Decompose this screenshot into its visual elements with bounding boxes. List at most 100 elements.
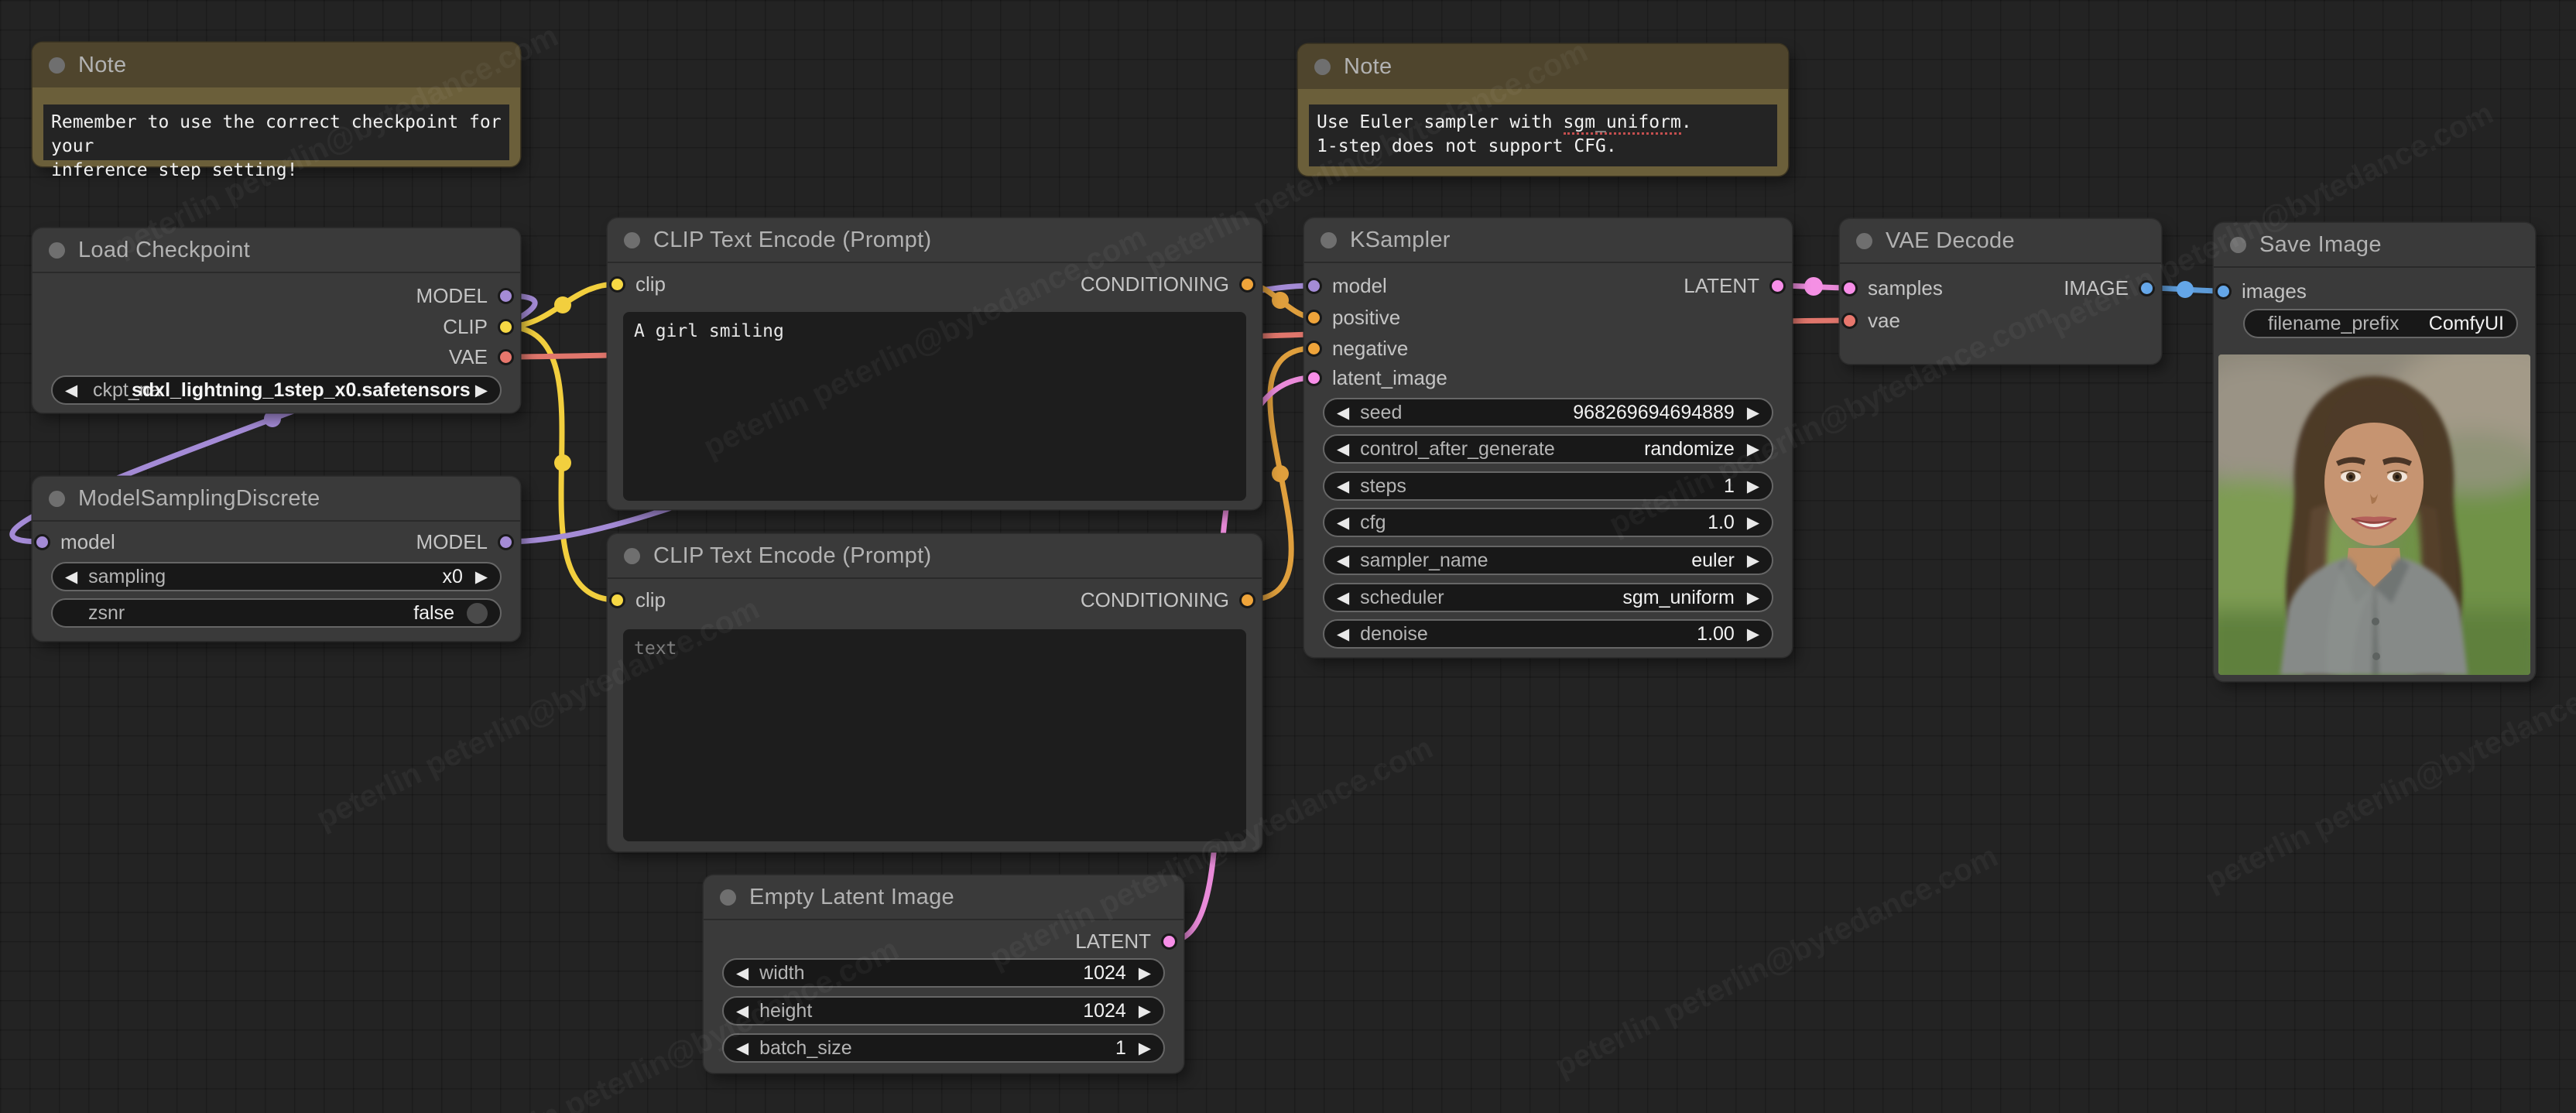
vae-port-dot[interactable] — [498, 349, 514, 365]
toggle-knob-icon[interactable] — [467, 602, 488, 624]
node-header[interactable]: CLIP Text Encode (Prompt) — [608, 218, 1262, 263]
next-arrow-icon[interactable]: ▶ — [1747, 405, 1759, 421]
output-port-latent[interactable]: LATENT — [1075, 930, 1177, 953]
collapse-dot-icon[interactable] — [720, 889, 736, 906]
note-text[interactable]: Remember to use the correct checkpoint f… — [43, 104, 509, 180]
ckpt-name-widget[interactable]: ◀ ckpt_na sdxl_lightning_1step_x0.safete… — [51, 375, 502, 405]
next-arrow-icon[interactable]: ▶ — [1747, 626, 1759, 642]
zsnr-widget[interactable]: zsnr false — [51, 598, 502, 628]
collapse-dot-icon[interactable] — [1321, 231, 1337, 248]
next-arrow-icon[interactable]: ▶ — [1747, 515, 1759, 531]
output-port-image[interactable]: IMAGE — [2064, 276, 2155, 300]
sampling-widget[interactable]: ◀ sampling x0 ▶ — [51, 562, 502, 591]
next-arrow-icon[interactable]: ▶ — [475, 382, 488, 399]
collapse-dot-icon[interactable] — [624, 547, 640, 564]
node-header[interactable]: Load Checkpoint — [33, 228, 520, 273]
prev-arrow-icon[interactable]: ◀ — [1337, 515, 1349, 531]
latent-port-dot[interactable] — [1306, 370, 1322, 386]
model-port-dot[interactable] — [498, 534, 514, 550]
node-header[interactable]: ModelSamplingDiscrete — [33, 477, 520, 522]
input-port-latent-image[interactable]: latent_image — [1306, 366, 1447, 389]
node-header[interactable]: Save Image — [2214, 223, 2535, 268]
clip-port-dot[interactable] — [498, 319, 514, 335]
latent-port-dot[interactable] — [1841, 280, 1858, 296]
image-port-dot[interactable] — [2215, 283, 2232, 300]
steps-widget[interactable]: ◀ steps 1 ▶ — [1323, 471, 1773, 501]
clip-port-dot[interactable] — [609, 276, 625, 293]
collapse-dot-icon[interactable] — [1314, 58, 1331, 75]
save-image-node[interactable]: Save Image images filename_prefix ComfyU… — [2214, 223, 2535, 681]
cfg-widget[interactable]: ◀ cfg 1.0 ▶ — [1323, 508, 1773, 537]
prev-arrow-icon[interactable]: ◀ — [65, 569, 77, 585]
input-port-clip[interactable]: clip — [609, 588, 666, 611]
latent-port-dot[interactable] — [1161, 933, 1177, 950]
filename-prefix-widget[interactable]: filename_prefix ComfyUI — [2243, 309, 2518, 338]
model-sampling-discrete-node[interactable]: ModelSamplingDiscrete model MODEL ◀ samp… — [33, 477, 520, 641]
collapse-dot-icon[interactable] — [49, 490, 65, 507]
conditioning-port-dot[interactable] — [1306, 310, 1322, 326]
node-header[interactable]: Empty Latent Image — [704, 875, 1184, 920]
output-port-model[interactable]: MODEL — [416, 284, 514, 307]
note-text[interactable]: Use Euler sampler with sgm_uniform. 1-ste… — [1309, 104, 1777, 166]
load-checkpoint-node[interactable]: Load Checkpoint MODEL CLIP VAE ◀ ckpt_na… — [33, 228, 520, 413]
seed-widget[interactable]: ◀ seed 968269694694889 ▶ — [1323, 398, 1773, 427]
prev-arrow-icon[interactable]: ◀ — [1337, 441, 1349, 457]
input-port-samples[interactable]: samples — [1841, 276, 1943, 300]
prev-arrow-icon[interactable]: ◀ — [1337, 626, 1349, 642]
prev-arrow-icon[interactable]: ◀ — [1337, 553, 1349, 569]
next-arrow-icon[interactable]: ▶ — [1139, 1003, 1151, 1019]
input-port-model[interactable]: model — [1306, 274, 1387, 297]
input-port-negative[interactable]: negative — [1306, 337, 1408, 360]
prev-arrow-icon[interactable]: ◀ — [736, 1040, 748, 1056]
node-header[interactable]: CLIP Text Encode (Prompt) — [608, 534, 1262, 579]
conditioning-port-dot[interactable] — [1306, 341, 1322, 357]
output-port-conditioning[interactable]: CONDITIONING — [1081, 588, 1255, 611]
vae-port-dot[interactable] — [1841, 313, 1858, 329]
input-port-positive[interactable]: positive — [1306, 306, 1400, 329]
model-port-dot[interactable] — [1306, 278, 1322, 294]
input-port-model[interactable]: model — [34, 530, 115, 553]
node-header[interactable]: KSampler — [1304, 218, 1792, 263]
collapse-dot-icon[interactable] — [2230, 236, 2246, 253]
prev-arrow-icon[interactable]: ◀ — [736, 965, 748, 981]
prompt-textarea[interactable]: text — [623, 629, 1246, 841]
clip-text-encode-negative-node[interactable]: CLIP Text Encode (Prompt) clip CONDITION… — [608, 534, 1262, 851]
node-header[interactable]: Note — [1298, 44, 1788, 89]
next-arrow-icon[interactable]: ▶ — [1139, 1040, 1151, 1056]
input-port-clip[interactable]: clip — [609, 272, 666, 296]
model-port-dot[interactable] — [34, 534, 50, 550]
conditioning-port-dot[interactable] — [1239, 592, 1255, 608]
node-header[interactable]: Note — [33, 43, 520, 87]
next-arrow-icon[interactable]: ▶ — [1747, 478, 1759, 495]
batch-size-widget[interactable]: ◀ batch_size 1 ▶ — [722, 1033, 1165, 1063]
clip-text-encode-positive-node[interactable]: CLIP Text Encode (Prompt) clip CONDITION… — [608, 218, 1262, 509]
empty-latent-image-node[interactable]: Empty Latent Image LATENT ◀ width 1024 ▶… — [704, 875, 1184, 1073]
collapse-dot-icon[interactable] — [624, 231, 640, 248]
ksampler-node[interactable]: KSampler model positive negative latent_… — [1304, 218, 1792, 657]
prev-arrow-icon[interactable]: ◀ — [1337, 478, 1349, 495]
next-arrow-icon[interactable]: ▶ — [1747, 441, 1759, 457]
next-arrow-icon[interactable]: ▶ — [1747, 553, 1759, 569]
vae-decode-node[interactable]: VAE Decode samples vae IMAGE — [1840, 219, 2161, 364]
output-port-conditioning[interactable]: CONDITIONING — [1081, 272, 1255, 296]
prev-arrow-icon[interactable]: ◀ — [736, 1003, 748, 1019]
collapse-dot-icon[interactable] — [1856, 232, 1872, 249]
next-arrow-icon[interactable]: ▶ — [1747, 590, 1759, 606]
input-port-images[interactable]: images — [2215, 279, 2307, 303]
output-port-model[interactable]: MODEL — [416, 530, 514, 553]
denoise-widget[interactable]: ◀ denoise 1.00 ▶ — [1323, 619, 1773, 649]
sampler-name-widget[interactable]: ◀ sampler_name euler ▶ — [1323, 546, 1773, 575]
next-arrow-icon[interactable]: ▶ — [1139, 965, 1151, 981]
collapse-dot-icon[interactable] — [49, 241, 65, 259]
output-port-latent[interactable]: LATENT — [1684, 274, 1786, 297]
image-port-dot[interactable] — [2139, 280, 2155, 296]
prev-arrow-icon[interactable]: ◀ — [1337, 405, 1349, 421]
model-port-dot[interactable] — [498, 288, 514, 304]
prompt-textarea[interactable]: A girl smiling — [623, 312, 1246, 501]
height-widget[interactable]: ◀ height 1024 ▶ — [722, 996, 1165, 1026]
note-node-checkpoint[interactable]: Note Remember to use the correct checkpo… — [33, 43, 520, 180]
node-header[interactable]: VAE Decode — [1840, 219, 2161, 264]
collapse-dot-icon[interactable] — [49, 57, 65, 74]
conditioning-port-dot[interactable] — [1239, 276, 1255, 293]
node-graph-canvas[interactable]: Note Remember to use the correct checkpo… — [0, 0, 2576, 1113]
